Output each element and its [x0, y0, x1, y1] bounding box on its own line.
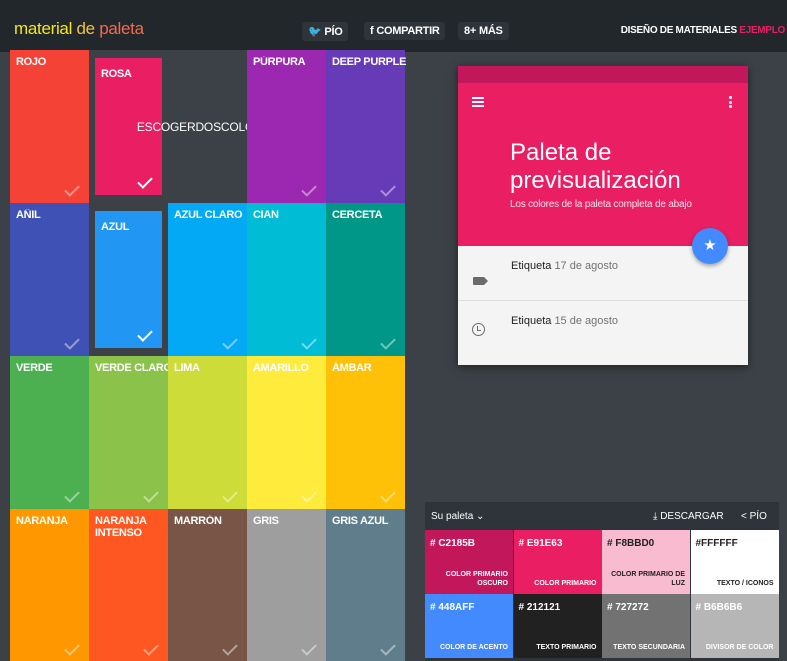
- check-icon: [137, 326, 153, 342]
- download-icon: ⤓: [653, 511, 658, 522]
- palette-swatch[interactable]: # 448AFF COLOR DE ACENTO: [425, 594, 513, 658]
- color-grid: ROJOROSAESCOGERDOSCOLORESPÚRPURADEEP PUR…: [10, 50, 406, 661]
- color-swatch-añil[interactable]: AÑIL: [10, 203, 89, 356]
- check-icon: [143, 640, 159, 656]
- color-swatch-azul[interactable]: AZUL: [89, 203, 168, 356]
- top-nav: DISEÑO DE MATERIALES EJEMPLO: [621, 25, 786, 36]
- tweet-button[interactable]: 🐦 PÍO: [302, 22, 349, 41]
- palette-tweet-button[interactable]: < PÍO: [741, 511, 767, 522]
- google-plus-button[interactable]: 8+ MÁS: [458, 22, 509, 40]
- check-icon: [301, 334, 317, 350]
- check-icon: [64, 640, 80, 656]
- share-button[interactable]: f COMPARTIR: [364, 22, 446, 40]
- color-swatch-cerceta[interactable]: CERCETA: [326, 203, 405, 356]
- check-icon: [380, 640, 396, 656]
- check-icon: [222, 640, 238, 656]
- preview-title: Paleta de previsualización: [510, 139, 681, 194]
- check-icon: [222, 334, 238, 350]
- check-icon: [301, 487, 317, 503]
- check-icon: [380, 181, 396, 197]
- list-item[interactable]: Etiqueta 15 de agosto: [458, 301, 748, 356]
- palette-panel: Su paleta ⌄ ⤓ DESCARGAR < PÍO # C2185B CO…: [425, 502, 779, 661]
- check-icon: [137, 173, 153, 189]
- menu-icon[interactable]: [472, 97, 484, 107]
- preview-card: Paleta de previsualización Los colores d…: [458, 66, 748, 365]
- color-swatch-verde-claro[interactable]: VERDE CLARO: [89, 356, 169, 509]
- pick-two-colors-label: ESCOGERDOSCOLORES: [137, 50, 278, 203]
- palette-dropdown[interactable]: Su paleta ⌄: [431, 511, 484, 522]
- check-icon: [64, 181, 80, 197]
- palette-swatch[interactable]: # 727272 TEXTO SECUNDARIA: [602, 594, 690, 658]
- palette-toolbar: Su paleta ⌄ ⤓ DESCARGAR < PÍO: [425, 502, 779, 530]
- twitter-icon: 🐦: [308, 26, 322, 38]
- color-swatch-cian[interactable]: CIAN: [247, 203, 326, 356]
- top-bar: material de paleta 🐦 PÍO f COMPARTIR 8+ MÁS…: [0, 0, 787, 52]
- google-plus-icon: 8+: [464, 25, 476, 37]
- color-swatch-gris-azul[interactable]: GRIS AZUL: [326, 509, 405, 661]
- palette-swatch[interactable]: # 212121 TEXTO PRIMARIO: [513, 594, 602, 658]
- label-icon: [473, 277, 488, 285]
- check-icon: [380, 487, 396, 503]
- card-header: Paleta de previsualización Los colores d…: [458, 83, 748, 264]
- color-swatch-púrpura[interactable]: PÚRPURA: [247, 50, 326, 203]
- color-swatch-marrón[interactable]: MARRÓN: [168, 509, 247, 661]
- check-icon: [64, 334, 80, 350]
- color-swatch-rojo[interactable]: ROJO: [10, 50, 89, 203]
- color-swatch-lima[interactable]: LIMA: [168, 356, 247, 509]
- chevron-down-icon: ⌄: [476, 511, 485, 522]
- check-icon: [222, 487, 238, 503]
- color-swatch-amarillo[interactable]: AMARILLO: [247, 356, 326, 509]
- brand-logo[interactable]: material de paleta: [14, 19, 144, 39]
- more-vert-icon[interactable]: [729, 96, 732, 110]
- clock-icon: [472, 323, 485, 336]
- examples-link[interactable]: EJEMPLO: [739, 25, 785, 36]
- color-swatch-gris[interactable]: GRIS: [247, 509, 326, 661]
- color-swatch-naranja-intenso[interactable]: NARANJA INTENSO: [89, 509, 168, 661]
- color-swatch-ámbar[interactable]: ÁMBAR: [326, 356, 405, 509]
- download-button[interactable]: ⤓ DESCARGAR: [653, 511, 724, 522]
- facebook-icon: f: [370, 25, 374, 37]
- color-swatch-naranja[interactable]: NARANJA: [10, 509, 89, 661]
- status-bar: [458, 66, 748, 83]
- color-swatch-verde[interactable]: VERDE: [10, 356, 89, 509]
- palette-swatch[interactable]: # C2185B COLOR PRIMARIO OSCURO: [425, 530, 513, 594]
- design-link[interactable]: DISEÑO DE MATERIALES: [621, 25, 737, 36]
- palette-swatch[interactable]: # F8BBD0 COLOR PRIMARIO DE LUZ: [602, 530, 690, 594]
- palette-swatch[interactable]: # B6B6B6 DIVISOR DE COLOR: [690, 594, 779, 658]
- palette-swatch[interactable]: #FFFFFF TEXTO / ICONOS: [690, 530, 779, 594]
- check-icon: [64, 487, 80, 503]
- share-icon: <: [741, 511, 747, 522]
- preview-subtitle: Los colores de la paleta completa de aba…: [510, 199, 692, 210]
- color-swatch-azul-claro[interactable]: AZUL CLARO: [168, 203, 247, 356]
- check-icon: [301, 181, 317, 197]
- list-item[interactable]: Etiqueta 17 de agosto: [458, 246, 748, 301]
- check-icon: [380, 334, 396, 350]
- check-icon: [301, 640, 317, 656]
- check-icon: [143, 487, 159, 503]
- palette-swatch[interactable]: # E91E63 COLOR PRIMARIO: [513, 530, 602, 594]
- color-swatch-deep-purple[interactable]: DEEP PURPLE: [326, 50, 406, 203]
